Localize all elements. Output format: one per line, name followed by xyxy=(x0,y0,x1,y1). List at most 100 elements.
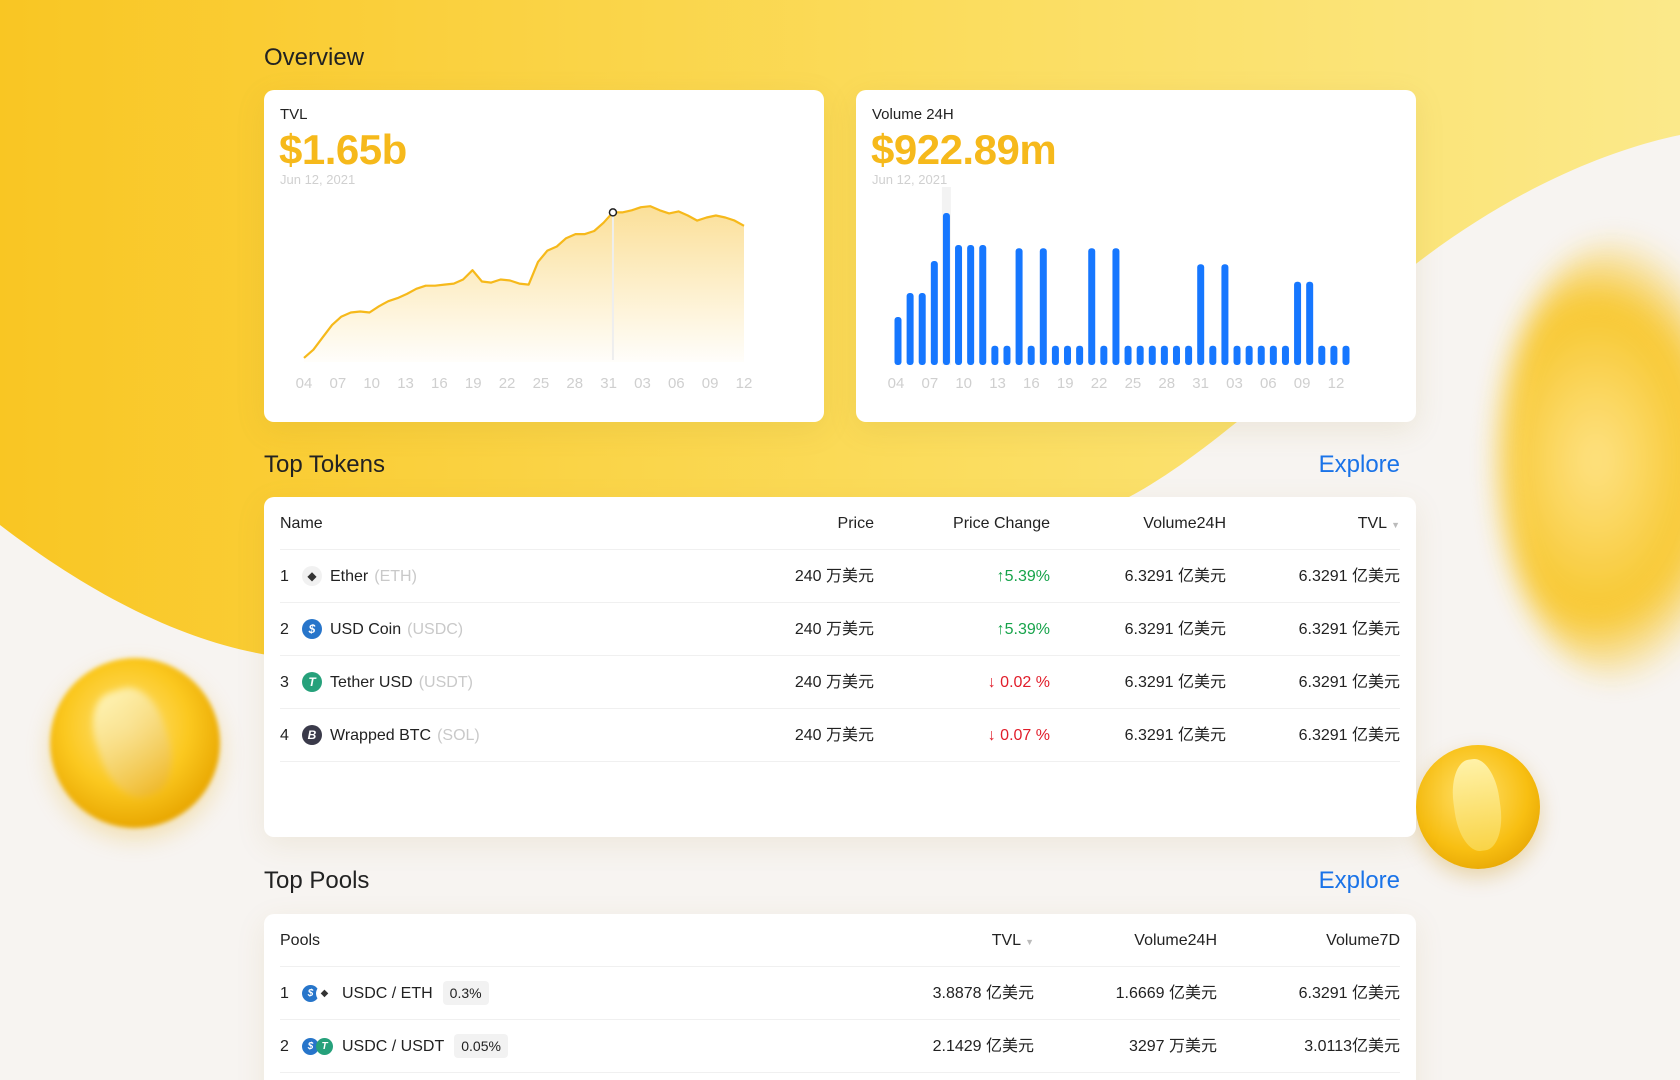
volume-bar[interactable] xyxy=(1257,345,1265,365)
volume-bar[interactable] xyxy=(1088,248,1096,365)
token-name-cell[interactable]: Ether (ETH) xyxy=(330,550,417,603)
volume-bar[interactable] xyxy=(1148,345,1156,365)
top-pools-title: Top Pools xyxy=(264,867,370,894)
volume-bar[interactable] xyxy=(1039,248,1047,365)
table-row[interactable]: 4 B Wrapped BTC (SOL) 240 万美元 ↓ 0.07 % 6.3291 … xyxy=(280,709,1400,762)
rank: 2 xyxy=(280,1038,289,1055)
tvl-area-chart[interactable]: 04 07 10 13 16 19 22 25 28 31 03 06 09 12 xyxy=(264,90,824,422)
top-tokens-table: Name Price Price Change Volume24H TVL ▼ 1… xyxy=(264,497,1416,837)
volume-bar[interactable] xyxy=(1160,345,1168,365)
token-price-change: ↑5.39% xyxy=(996,568,1050,585)
col-pools-header[interactable]: Pools xyxy=(280,914,320,967)
x-tick-label: 07 xyxy=(330,375,347,392)
volume-bar[interactable] xyxy=(1233,345,1241,365)
volume-bar[interactable] xyxy=(1172,345,1180,365)
volume-bar[interactable] xyxy=(1342,345,1350,365)
volume-bar[interactable] xyxy=(1015,248,1023,365)
pool-pair: USDC / USDT xyxy=(342,1038,445,1055)
volume-bar[interactable] xyxy=(918,293,926,365)
volume-bar[interactable] xyxy=(1330,345,1338,365)
x-tick-label: 16 xyxy=(1023,375,1040,392)
token-volume: 6.3291 亿美元 xyxy=(1124,727,1226,744)
highlight-point[interactable] xyxy=(608,208,618,217)
fee-badge: 0.05% xyxy=(454,1034,508,1058)
x-tick-label: 04 xyxy=(888,375,905,392)
volume-bar[interactable] xyxy=(942,213,950,365)
volume-bar[interactable] xyxy=(1318,345,1326,365)
eth-icon: ◆ xyxy=(316,985,333,1002)
volume-bar[interactable] xyxy=(1003,345,1011,365)
volume-bar[interactable] xyxy=(1209,345,1217,365)
volume-bar[interactable] xyxy=(1269,345,1277,365)
volume-bar[interactable] xyxy=(1136,345,1144,365)
pool-tvl: 3.8878 亿美元 xyxy=(932,985,1034,1002)
col-tvl-header-label: TVL xyxy=(991,932,1022,949)
x-tick-label: 16 xyxy=(431,375,448,392)
tvl-card: TVL $1.65b Jun 12, 2021 04 07 10 13 16 19 22 25… xyxy=(264,90,824,422)
volume-bar[interactable] xyxy=(906,293,914,365)
rank: 4 xyxy=(280,727,289,744)
volume-bar[interactable] xyxy=(979,245,987,365)
volume-bar[interactable] xyxy=(1100,345,1108,365)
volume-bar-chart[interactable]: 04 07 10 13 16 19 22 25 28 31 03 06 09 12 xyxy=(856,90,1416,422)
token-symbol: (USDT) xyxy=(418,674,473,691)
volume-bar[interactable] xyxy=(1112,248,1120,365)
volume-bar[interactable] xyxy=(930,261,938,365)
volume-bar[interactable] xyxy=(991,345,999,365)
volume-bar[interactable] xyxy=(967,245,975,365)
pool-volume7: 6.3291 亿美元 xyxy=(1298,985,1400,1002)
usdt-icon: T xyxy=(316,1038,333,1055)
volume-bar[interactable] xyxy=(1124,345,1132,365)
col-volume-header[interactable]: Volume24H xyxy=(1143,497,1226,550)
volume-bar[interactable] xyxy=(1306,281,1314,365)
table-header: Name Price Price Change Volume24H TVL ▼ xyxy=(280,497,1400,550)
token-volume: 6.3291 亿美元 xyxy=(1124,674,1226,691)
token-price: 240 万美元 xyxy=(794,727,874,744)
col-name-header[interactable]: Name xyxy=(280,497,323,550)
col-change-header[interactable]: Price Change xyxy=(953,497,1050,550)
col-volume24-header[interactable]: Volume24H xyxy=(1134,914,1217,967)
pool-name-cell[interactable]: USDC / USDT 0.05% xyxy=(342,1020,508,1073)
volume-bar[interactable] xyxy=(1185,345,1193,365)
x-tick-label: 25 xyxy=(533,375,550,392)
col-tvl-header[interactable]: TVL ▼ xyxy=(992,914,1034,969)
x-tick-label: 12 xyxy=(1328,375,1345,392)
volume-bar[interactable] xyxy=(1294,281,1302,365)
token-name-cell[interactable]: Tether USD (USDT) xyxy=(330,656,473,709)
volume-bar[interactable] xyxy=(955,245,963,365)
volume-bar[interactable] xyxy=(1051,345,1059,365)
table-row[interactable]: 1 $ ◆ USDC / ETH 0.3% 3.8878 亿美元 1.6669 亿美元 6.3… xyxy=(280,967,1400,1020)
volume-bar[interactable] xyxy=(1197,264,1205,365)
col-tvl-header[interactable]: TVL ▼ xyxy=(1358,497,1400,552)
usdc-icon: $ xyxy=(302,619,322,639)
volume-bar[interactable] xyxy=(894,317,902,365)
volume-bar[interactable] xyxy=(1281,345,1289,365)
table-row[interactable]: 3 T Tether USD (USDT) 240 万美元 ↓ 0.02 % 6.3291 … xyxy=(280,656,1400,709)
table-row[interactable]: 2 $ T USDC / USDT 0.05% 2.1429 亿美元 3297 万美元 3.0… xyxy=(280,1020,1400,1073)
usdt-icon: T xyxy=(302,672,322,692)
top-tokens-explore-link[interactable]: Explore xyxy=(1319,451,1400,479)
token-symbol: (SOL) xyxy=(437,727,480,744)
volume-bar[interactable] xyxy=(1245,345,1253,365)
token-price: 240 万美元 xyxy=(794,674,874,691)
x-tick-label: 28 xyxy=(1158,375,1175,392)
volume-bar[interactable] xyxy=(1221,264,1229,365)
table-row[interactable]: 1 ◆ Ether (ETH) 240 万美元 ↑5.39% 6.3291 亿美元 6.329… xyxy=(280,550,1400,603)
top-pools-explore-link[interactable]: Explore xyxy=(1319,867,1400,895)
token-price: 240 万美元 xyxy=(794,621,874,638)
volume-bar[interactable] xyxy=(1064,345,1072,365)
volume-bar[interactable] xyxy=(1027,345,1035,365)
x-tick-label: 06 xyxy=(668,375,685,392)
token-name: Tether USD xyxy=(330,674,413,691)
pool-name-cell[interactable]: USDC / ETH 0.3% xyxy=(342,967,489,1020)
banana-coin-right-decoration xyxy=(1416,745,1540,869)
table-row[interactable]: 2 $ USD Coin (USDC) 240 万美元 ↑5.39% 6.3291 亿美元 6… xyxy=(280,603,1400,656)
token-name-cell[interactable]: USD Coin (USDC) xyxy=(330,603,463,656)
token-name: USD Coin xyxy=(330,621,402,638)
token-name-cell[interactable]: Wrapped BTC (SOL) xyxy=(330,709,480,762)
x-tick-label: 09 xyxy=(1294,375,1311,392)
volume-bar[interactable] xyxy=(1076,345,1084,365)
col-volume7-header[interactable]: Volume7D xyxy=(1326,914,1400,967)
token-volume: 6.3291 亿美元 xyxy=(1124,568,1226,585)
col-price-header[interactable]: Price xyxy=(838,497,874,550)
